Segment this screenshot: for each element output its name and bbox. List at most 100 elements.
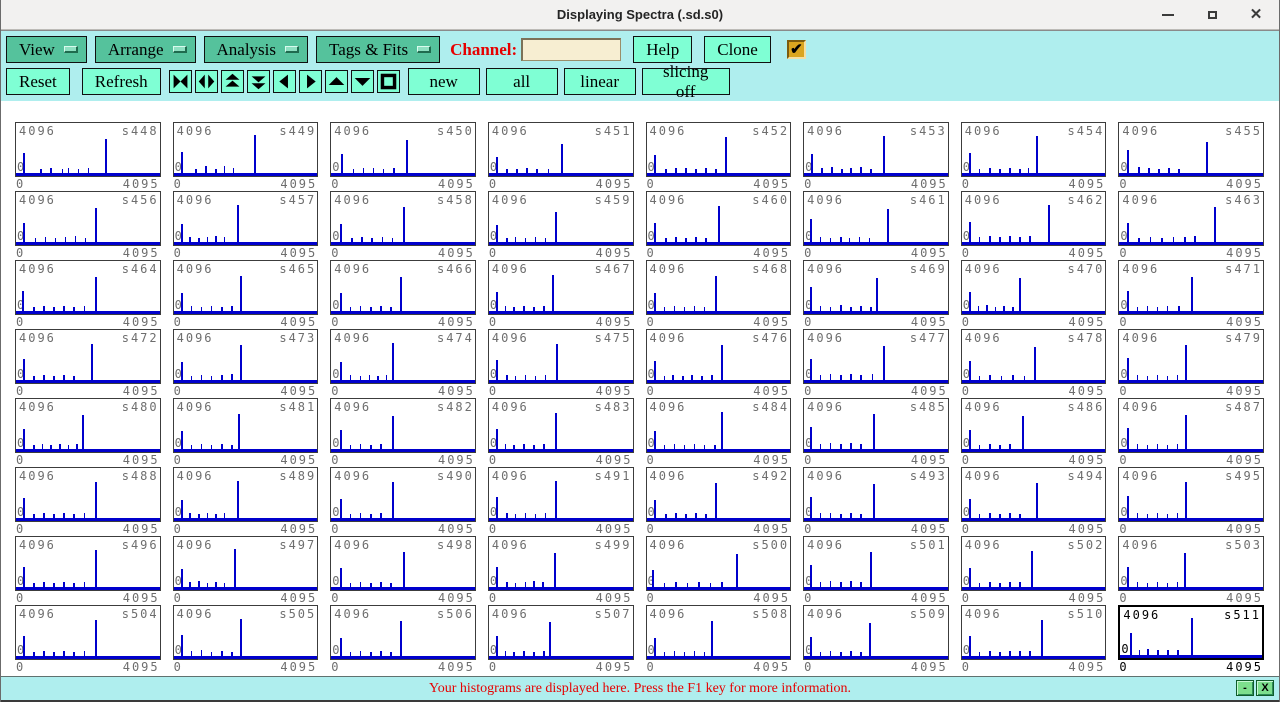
spectrum-cell-s472: 4096s472004095 [15,329,161,397]
spectrum-plot-s462[interactable]: 4096s4620 [961,191,1107,246]
spectrum-plot-s501[interactable]: 4096s5010 [803,536,949,591]
spectrum-plot-s485[interactable]: 4096s4850 [803,398,949,453]
spectrum-plot-s492[interactable]: 4096s4920 [646,467,792,522]
linear-button[interactable]: linear [564,68,636,95]
close-button[interactable]: ✕ [1247,6,1265,24]
baseline [16,242,160,245]
spectrum-plot-s457[interactable]: 4096s4570 [173,191,319,246]
spectrum-plot-s508[interactable]: 4096s5080 [646,605,792,660]
spectrum-plot-s475[interactable]: 4096s4750 [488,329,634,384]
toolbar-checkbox[interactable]: ✔ [787,40,806,59]
menu-tags-fits[interactable]: Tags & Fits [316,36,440,63]
spectrum-plot-s466[interactable]: 4096s4660 [330,260,476,315]
spectrum-plot-s491[interactable]: 4096s4910 [488,467,634,522]
spectrum-plot-s478[interactable]: 4096s4780 [961,329,1107,384]
double-arrow-down-button[interactable] [247,70,270,93]
spectrum-plot-s477[interactable]: 4096s4770 [803,329,949,384]
spectrum-name-label: s472 [122,332,159,344]
menu-arrange[interactable]: Arrange [95,36,196,63]
spectrum-plot-s494[interactable]: 4096s4940 [961,467,1107,522]
spectrum-plot-s453[interactable]: 4096s4530 [803,122,949,177]
spectrum-plot-s459[interactable]: 4096s4590 [488,191,634,246]
refresh-button[interactable]: Refresh [82,68,161,95]
double-arrow-down-icon [249,72,268,91]
channel-input[interactable] [521,38,621,61]
expand-horizontal-button[interactable] [195,70,218,93]
spectrum-plot-s490[interactable]: 4096s4900 [330,467,476,522]
spectrum-plot-s493[interactable]: 4096s4930 [803,467,949,522]
spectrum-plot-s480[interactable]: 4096s4800 [15,398,161,453]
minimize-button[interactable] [1159,6,1177,24]
clone-button[interactable]: Clone [704,36,771,63]
spectrum-plot-s484[interactable]: 4096s4840 [646,398,792,453]
y-max-label: 4096 [19,125,56,137]
all-button[interactable]: all [486,68,558,95]
pane-close-button[interactable]: X [1256,680,1274,696]
spectrum-plot-s499[interactable]: 4096s4990 [488,536,634,591]
spectrum-plot-s468[interactable]: 4096s4680 [646,260,792,315]
help-button[interactable]: Help [633,36,692,63]
spectrum-plot-s467[interactable]: 4096s4670 [488,260,634,315]
spectrum-plot-s473[interactable]: 4096s4730 [173,329,319,384]
spectrum-plot-s461[interactable]: 4096s4610 [803,191,949,246]
spectrum-plot-s488[interactable]: 4096s4880 [15,467,161,522]
slicing-button[interactable]: slicing off [642,68,730,95]
square-button[interactable] [377,70,400,93]
menu-analysis[interactable]: Analysis [204,36,309,63]
maximize-button[interactable] [1203,6,1221,24]
spectrum-plot-s460[interactable]: 4096s4600 [646,191,792,246]
spectrum-plot-s452[interactable]: 4096s4520 [646,122,792,177]
spectrum-plot-s497[interactable]: 4096s4970 [173,536,319,591]
spectrum-plot-s503[interactable]: 4096s5030 [1118,536,1264,591]
spectrum-plot-s456[interactable]: 4096s4560 [15,191,161,246]
spectrum-plot-s507[interactable]: 4096s5070 [488,605,634,660]
spectrum-plot-s510[interactable]: 4096s5100 [961,605,1107,660]
spectrum-plot-s481[interactable]: 4096s4810 [173,398,319,453]
spectrum-plot-s487[interactable]: 4096s4870 [1118,398,1264,453]
spectrum-plot-s482[interactable]: 4096s4820 [330,398,476,453]
spectrum-plot-s474[interactable]: 4096s4740 [330,329,476,384]
spectrum-plot-s498[interactable]: 4096s4980 [330,536,476,591]
spectrum-plot-s495[interactable]: 4096s4950 [1118,467,1264,522]
spectrum-plot-s479[interactable]: 4096s4790 [1118,329,1264,384]
spectrum-plot-s454[interactable]: 4096s4540 [961,122,1107,177]
arrow-right-button[interactable] [299,70,322,93]
arrow-down-button[interactable] [351,70,374,93]
spectrum-plot-s470[interactable]: 4096s4700 [961,260,1107,315]
shrink-horizontal-button[interactable] [169,70,192,93]
spectrum-plot-s465[interactable]: 4096s4650 [173,260,319,315]
spectrum-plot-s449[interactable]: 4096s4490 [173,122,319,177]
new-button[interactable]: new [408,68,480,95]
spectrum-plot-s450[interactable]: 4096s4500 [330,122,476,177]
spectrum-plot-s502[interactable]: 4096s5020 [961,536,1107,591]
spectrum-plot-s455[interactable]: 4096s4550 [1118,122,1264,177]
spectrum-cell-s462: 4096s462004095 [961,191,1107,259]
reset-button[interactable]: Reset [6,68,70,95]
spectrum-plot-s471[interactable]: 4096s4710 [1118,260,1264,315]
spectrum-plot-s489[interactable]: 4096s4890 [173,467,319,522]
spectrum-plot-s486[interactable]: 4096s4860 [961,398,1107,453]
menu-view[interactable]: View [6,36,87,63]
spectrum-plot-s464[interactable]: 4096s4640 [15,260,161,315]
double-arrow-up-button[interactable] [221,70,244,93]
spectrum-plot-s483[interactable]: 4096s4830 [488,398,634,453]
arrow-left-button[interactable] [273,70,296,93]
spectrum-plot-s472[interactable]: 4096s4720 [15,329,161,384]
spectrum-plot-s506[interactable]: 4096s5060 [330,605,476,660]
spectrum-plot-s469[interactable]: 4096s4690 [803,260,949,315]
spectrum-plot-s451[interactable]: 4096s4510 [488,122,634,177]
navigation-icon-bar [169,70,400,93]
spectrum-plot-s511[interactable]: 4096s5110 [1118,605,1264,660]
spectrum-plot-s476[interactable]: 4096s4760 [646,329,792,384]
spectrum-plot-s509[interactable]: 4096s5090 [803,605,949,660]
arrow-up-button[interactable] [325,70,348,93]
spectrum-plot-s448[interactable]: 4096s4480 [15,122,161,177]
histogram-spike [873,484,875,519]
spectrum-plot-s458[interactable]: 4096s4580 [330,191,476,246]
spectrum-plot-s500[interactable]: 4096s5000 [646,536,792,591]
spectrum-plot-s504[interactable]: 4096s5040 [15,605,161,660]
spectrum-plot-s463[interactable]: 4096s4630 [1118,191,1264,246]
spectrum-plot-s505[interactable]: 4096s5050 [173,605,319,660]
pane-minimize-button[interactable]: - [1236,680,1254,696]
spectrum-plot-s496[interactable]: 4096s4960 [15,536,161,591]
